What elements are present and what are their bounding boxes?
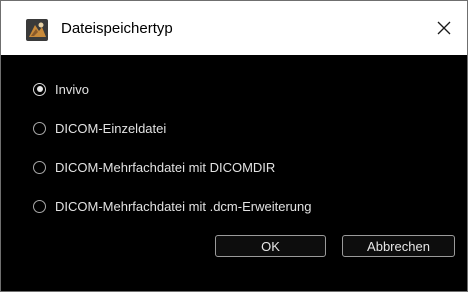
cancel-button[interactable]: Abbrechen	[342, 235, 455, 257]
close-icon	[437, 21, 451, 35]
radio-button[interactable]	[33, 199, 46, 213]
option-dicom-mehrfach-dcm[interactable]: DICOM-Mehrfachdatei mit .dcm-Erweiterung	[33, 195, 311, 217]
title-bar: Dateispeichertyp	[1, 1, 467, 55]
close-button[interactable]	[421, 1, 467, 55]
option-dicom-einzeldatei[interactable]: DICOM-Einzeldatei	[33, 117, 166, 139]
ok-button[interactable]: OK	[215, 235, 326, 257]
option-label: DICOM-Einzeldatei	[55, 120, 167, 136]
option-label: DICOM-Mehrfachdatei mit .dcm-Erweiterung	[55, 198, 312, 214]
option-dicom-mehrfach-dicomdir[interactable]: DICOM-Mehrfachdatei mit DICOMDIR	[33, 156, 275, 178]
dialog-window: Dateispeichertyp Invivo DICOM-Einzeldate…	[0, 0, 468, 292]
radio-button[interactable]	[33, 160, 46, 174]
option-label: DICOM-Mehrfachdatei mit DICOMDIR	[55, 159, 276, 175]
app-logo-icon	[26, 19, 48, 41]
radio-button-checked[interactable]	[33, 82, 46, 96]
option-label: Invivo	[55, 81, 89, 97]
radio-button[interactable]	[33, 121, 46, 135]
option-invivo[interactable]: Invivo	[33, 78, 89, 100]
window-title: Dateispeichertyp	[61, 20, 173, 37]
